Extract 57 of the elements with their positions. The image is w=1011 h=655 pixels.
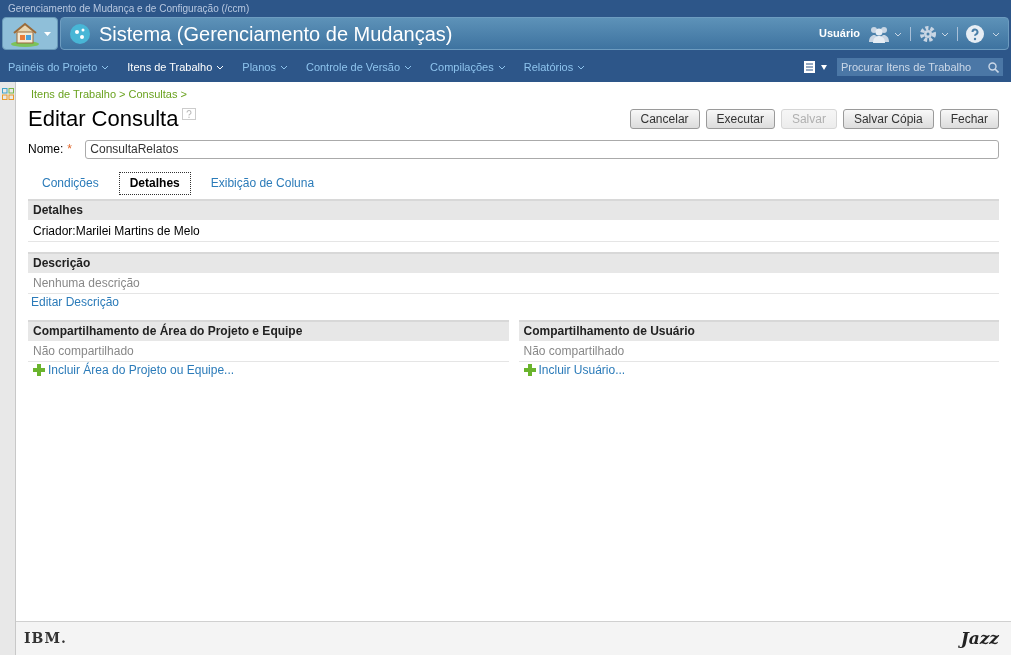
menu-item[interactable]: Planos [242,58,288,76]
user-name: Usuário [819,26,860,42]
chevron-icon [279,64,288,70]
people-icon[interactable] [868,24,890,43]
action-button[interactable]: Fechar [939,108,999,129]
add-link[interactable]: Incluir Usuário... [538,361,626,379]
company-logo: IBM. [24,629,67,648]
action-button[interactable]: Executar [705,108,775,129]
chevron-icon [404,64,413,70]
field-label: Nome: [28,141,64,158]
menu-item[interactable]: Itens de Trabalho [127,58,225,76]
action-button[interactable]: Cancelar [629,108,700,129]
sharing-status: Não compartilhado [518,340,999,362]
add-link[interactable]: Incluir Área do Projeto ou Equipe... [48,361,235,379]
required-mark: * [67,141,73,158]
section-header: Detalhes [28,198,999,220]
section-header: Descrição [28,251,999,273]
search-icon [988,61,999,73]
plus-icon [523,364,536,376]
list-icon[interactable] [804,61,815,73]
chevron-icon [216,64,225,70]
tab[interactable]: Condições [32,171,109,195]
tab[interactable]: Exibição de Coluna [200,171,325,195]
section-header: Compartilhamento de Usuário [518,319,999,341]
chevron-icon [577,64,586,70]
house-icon [9,20,40,47]
chevron-icon [101,64,110,70]
menu-item[interactable]: Painéis do Projeto [8,58,110,76]
chevron-icon [894,31,902,37]
help-icon[interactable] [966,24,984,43]
edit-description-link[interactable]: Editar Descrição [28,293,123,311]
menu-item[interactable]: Relatórios [523,58,586,76]
breadcrumb[interactable]: Itens de Trabalho > Consultas > [28,86,999,103]
chevron-icon [497,64,506,70]
product-logo: Jazz [960,626,999,650]
chevron-icon [941,31,949,37]
plus-icon [33,364,45,376]
globe-icon [69,22,91,45]
page-title: Editar Consulta [28,105,179,132]
banner-title: Sistema (Gerenciamento de Mudanças) [99,21,453,47]
creator-text: Criador:Marilei Martins de Melo [28,219,999,242]
app-title: Gerenciamento de Mudança e de Configuração (/ccm) [7,2,251,16]
home-button[interactable] [2,17,58,50]
search-field[interactable]: Procurar Itens de Trabalho [837,58,1003,76]
chevron-icon [992,31,1000,37]
name-field[interactable]: ConsultaRelatos [85,139,999,159]
menu-item[interactable]: Compilações [430,58,506,76]
menu-item[interactable]: Controle de Versão [305,58,413,76]
tab[interactable]: Detalhes [118,171,191,195]
description-text: Nenhuma descrição [28,272,999,294]
settings-icon[interactable] [919,24,937,43]
caret-icon[interactable] [821,64,827,70]
caret-icon [43,31,51,36]
action-button[interactable]: Salvar Cópia [842,108,934,129]
section-header: Compartilhamento de Área do Projeto e Equipe [28,319,509,341]
sharing-status: Não compartilhado [28,340,509,362]
grid-icon[interactable] [1,88,14,100]
